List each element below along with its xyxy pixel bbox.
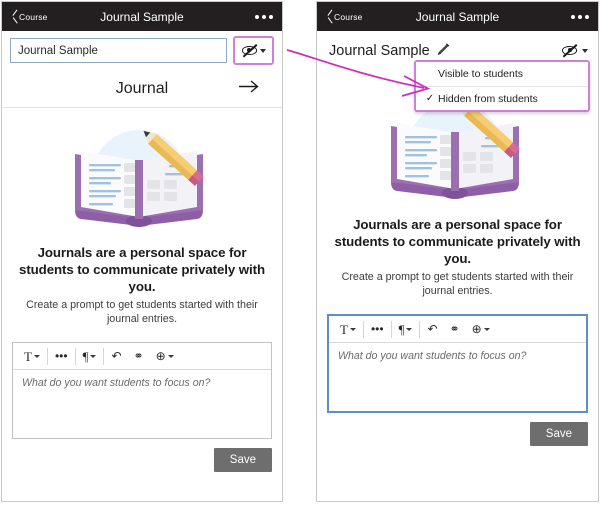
undo-button[interactable]: ↶ xyxy=(421,316,443,342)
check-icon: ✓ xyxy=(422,93,438,104)
chevron-down-icon xyxy=(168,355,174,358)
journal-title-input[interactable] xyxy=(10,38,227,63)
prompt-editor: T ••• ¶ ↶ xyxy=(12,342,272,439)
back-button-label: Course xyxy=(334,12,363,22)
paragraph-format-button[interactable]: ¶ xyxy=(393,316,419,342)
empty-state-copy: Journals are a personal space for studen… xyxy=(317,210,598,298)
text-format-button[interactable]: T xyxy=(18,343,46,369)
dropdown-option-label: Hidden from students xyxy=(438,93,538,105)
text-format-icon: T xyxy=(24,350,32,363)
ellipsis-icon[interactable] xyxy=(571,15,589,19)
ellipsis-icon: ••• xyxy=(55,350,68,362)
chevron-down-icon xyxy=(260,49,266,53)
dropdown-option-label: Visible to students xyxy=(438,68,523,80)
save-row: Save xyxy=(12,448,272,472)
undo-icon: ↶ xyxy=(111,350,121,362)
panel-after: Course Journal Sample Journal Sample xyxy=(316,1,599,502)
paragraph-icon: ¶ xyxy=(83,350,89,363)
empty-state-heading: Journals are a personal space for studen… xyxy=(16,244,268,295)
chevron-down-icon xyxy=(484,328,490,331)
save-button[interactable]: Save xyxy=(530,422,588,446)
save-button[interactable]: Save xyxy=(214,448,272,472)
arrow-right-icon[interactable] xyxy=(238,78,260,99)
journal-sub-header: Journal xyxy=(2,70,282,108)
pencil-icon[interactable] xyxy=(437,42,450,60)
editor-toolbar: T ••• ¶ ↶ xyxy=(329,316,586,343)
eye-slash-icon xyxy=(562,45,577,56)
illustration-container xyxy=(2,108,282,238)
editor-toolbar: T ••• ¶ ↶ xyxy=(13,343,271,370)
back-to-course-button[interactable]: Course xyxy=(324,9,363,24)
undo-button[interactable]: ↶ xyxy=(105,343,127,369)
toolbar-divider xyxy=(75,348,76,365)
insert-link-button[interactable]: ⚭ xyxy=(128,343,150,369)
ellipsis-icon: ••• xyxy=(371,323,384,335)
dropdown-option-hidden[interactable]: ✓ Hidden from students xyxy=(416,86,588,110)
undo-icon: ↶ xyxy=(427,323,437,335)
plus-circle-icon: ⊕ xyxy=(156,350,166,362)
chevron-left-icon xyxy=(9,9,18,24)
chevron-down-icon xyxy=(582,49,588,53)
paragraph-icon: ¶ xyxy=(399,323,405,336)
chevron-down-icon xyxy=(90,355,96,358)
chevron-down-icon xyxy=(406,328,412,331)
dropdown-option-visible[interactable]: Visible to students xyxy=(416,62,588,86)
toolbar-divider xyxy=(47,348,48,365)
empty-state-copy: Journals are a personal space for studen… xyxy=(2,238,282,326)
link-icon: ⚭ xyxy=(450,323,460,335)
insert-link-button[interactable]: ⚭ xyxy=(444,316,466,342)
paragraph-format-button[interactable]: ¶ xyxy=(77,343,103,369)
prompt-textarea[interactable]: What do you want students to focus on? xyxy=(13,370,271,438)
toolbar-divider xyxy=(419,321,420,338)
comparison-screenshot: Course Journal Sample Journal xyxy=(0,0,600,513)
toolbar-divider xyxy=(363,321,364,338)
toolbar-divider xyxy=(391,321,392,338)
app-bar: Course Journal Sample xyxy=(317,2,598,31)
ellipsis-icon[interactable] xyxy=(255,15,273,19)
empty-state-subtext: Create a prompt to get students started … xyxy=(331,270,584,298)
text-format-button[interactable]: T xyxy=(334,316,362,342)
chevron-left-icon xyxy=(324,9,333,24)
empty-state-subtext: Create a prompt to get students started … xyxy=(16,298,268,326)
link-icon: ⚭ xyxy=(134,350,144,362)
open-book-with-pencil-illustration xyxy=(61,120,223,234)
empty-state-heading: Journals are a personal space for studen… xyxy=(331,216,584,267)
plus-circle-icon: ⊕ xyxy=(472,323,482,335)
visibility-toggle-button[interactable] xyxy=(233,36,274,65)
text-format-icon: T xyxy=(340,323,348,336)
page-title: Journal Sample xyxy=(329,43,430,59)
add-content-button[interactable]: ⊕ xyxy=(466,316,496,342)
title-row xyxy=(2,31,282,70)
back-to-course-button[interactable]: Course xyxy=(9,9,48,24)
visibility-toggle-button[interactable] xyxy=(562,45,588,56)
more-options-button[interactable]: ••• xyxy=(365,316,390,342)
save-row: Save xyxy=(327,422,588,446)
app-bar: Course Journal Sample xyxy=(2,2,282,31)
chevron-down-icon xyxy=(34,355,40,358)
visibility-dropdown: Visible to students ✓ Hidden from studen… xyxy=(414,60,590,112)
more-options-button[interactable]: ••• xyxy=(49,343,74,369)
prompt-editor: T ••• ¶ ↶ xyxy=(327,314,588,413)
toolbar-divider xyxy=(103,348,104,365)
add-content-button[interactable]: ⊕ xyxy=(150,343,180,369)
eye-slash-icon xyxy=(242,45,257,56)
panel-before: Course Journal Sample Journal xyxy=(1,1,283,502)
chevron-down-icon xyxy=(350,328,356,331)
prompt-textarea[interactable]: What do you want students to focus on? xyxy=(329,343,586,411)
journal-label: Journal xyxy=(116,80,168,98)
back-button-label: Course xyxy=(19,12,48,22)
